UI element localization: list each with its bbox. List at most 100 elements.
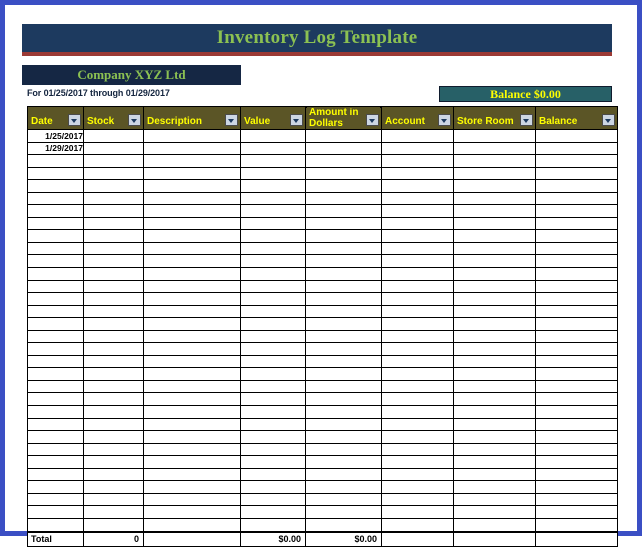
cell-stock[interactable] xyxy=(83,254,144,268)
cell-value[interactable] xyxy=(240,329,306,344)
cell-amount_in_dollars[interactable] xyxy=(305,342,382,356)
cell-amount_in_dollars[interactable] xyxy=(305,417,382,432)
cell-description[interactable] xyxy=(143,417,241,432)
cell-store_room[interactable] xyxy=(453,392,536,407)
cell-account[interactable] xyxy=(381,455,454,469)
cell-stock[interactable] xyxy=(83,367,144,381)
cell-description[interactable] xyxy=(143,292,241,306)
cell-account[interactable] xyxy=(381,279,454,294)
cell-store_room[interactable] xyxy=(453,442,536,457)
filter-dropdown-icon-account[interactable] xyxy=(438,114,451,126)
cell-account[interactable] xyxy=(381,517,454,533)
cell-account[interactable] xyxy=(381,430,454,444)
cell-account[interactable] xyxy=(381,129,454,143)
cell-account[interactable] xyxy=(381,166,454,181)
cell-value[interactable] xyxy=(240,166,306,181)
cell-account[interactable] xyxy=(381,229,454,243)
cell-amount_in_dollars[interactable] xyxy=(305,430,382,444)
cell-amount_in_dollars[interactable] xyxy=(305,379,382,394)
cell-date[interactable] xyxy=(27,354,84,369)
cell-amount_in_dollars[interactable] xyxy=(305,166,382,181)
cell-store_room[interactable] xyxy=(453,492,536,507)
cell-stock[interactable] xyxy=(83,229,144,243)
cell-balance[interactable] xyxy=(535,191,618,206)
cell-balance[interactable] xyxy=(535,480,618,494)
cell-store_room[interactable] xyxy=(453,480,536,494)
cell-store_room[interactable] xyxy=(453,141,536,156)
cell-stock[interactable] xyxy=(83,342,144,356)
cell-store_room[interactable] xyxy=(453,191,536,206)
cell-balance[interactable] xyxy=(535,354,618,369)
cell-store_room[interactable] xyxy=(453,292,536,306)
filter-dropdown-icon-date[interactable] xyxy=(68,114,81,126)
cell-description[interactable] xyxy=(143,154,241,168)
cell-date[interactable] xyxy=(27,392,84,407)
cell-account[interactable] xyxy=(381,254,454,268)
cell-amount_in_dollars[interactable] xyxy=(305,141,382,156)
cell-store_room[interactable] xyxy=(453,417,536,432)
cell-balance[interactable] xyxy=(535,204,618,218)
cell-amount_in_dollars[interactable] xyxy=(305,229,382,243)
cell-amount_in_dollars[interactable] xyxy=(305,129,382,143)
cell-stock[interactable] xyxy=(83,505,144,519)
cell-balance[interactable] xyxy=(535,241,618,256)
cell-stock[interactable] xyxy=(83,517,144,533)
cell-store_room[interactable] xyxy=(453,179,536,193)
cell-stock[interactable] xyxy=(83,379,144,394)
cell-value[interactable] xyxy=(240,191,306,206)
cell-value[interactable] xyxy=(240,254,306,268)
cell-account[interactable] xyxy=(381,405,454,419)
cell-balance[interactable] xyxy=(535,492,618,507)
cell-date[interactable] xyxy=(27,379,84,394)
cell-store_room[interactable] xyxy=(453,367,536,381)
cell-stock[interactable] xyxy=(83,166,144,181)
cell-amount_in_dollars[interactable] xyxy=(305,480,382,494)
cell-value[interactable] xyxy=(240,505,306,519)
cell-balance[interactable] xyxy=(535,442,618,457)
cell-date[interactable] xyxy=(27,480,84,494)
cell-stock[interactable] xyxy=(83,204,144,218)
cell-date[interactable] xyxy=(27,279,84,294)
cell-amount_in_dollars[interactable] xyxy=(305,392,382,407)
cell-amount_in_dollars[interactable] xyxy=(305,354,382,369)
filter-dropdown-icon-store_room[interactable] xyxy=(520,114,533,126)
cell-account[interactable] xyxy=(381,492,454,507)
cell-account[interactable] xyxy=(381,292,454,306)
cell-account[interactable] xyxy=(381,154,454,168)
cell-stock[interactable] xyxy=(83,141,144,156)
cell-store_room[interactable] xyxy=(453,455,536,469)
cell-description[interactable] xyxy=(143,279,241,294)
cell-description[interactable] xyxy=(143,179,241,193)
cell-amount_in_dollars[interactable] xyxy=(305,191,382,206)
cell-value[interactable] xyxy=(240,492,306,507)
cell-description[interactable] xyxy=(143,229,241,243)
cell-store_room[interactable] xyxy=(453,342,536,356)
cell-balance[interactable] xyxy=(535,342,618,356)
cell-stock[interactable] xyxy=(83,430,144,444)
cell-description[interactable] xyxy=(143,492,241,507)
cell-store_room[interactable] xyxy=(453,505,536,519)
filter-dropdown-icon-stock[interactable] xyxy=(128,114,141,126)
cell-description[interactable] xyxy=(143,129,241,143)
cell-date[interactable] xyxy=(27,430,84,444)
cell-account[interactable] xyxy=(381,179,454,193)
cell-date[interactable] xyxy=(27,179,84,193)
cell-store_room[interactable] xyxy=(453,467,536,482)
cell-description[interactable] xyxy=(143,329,241,344)
cell-amount_in_dollars[interactable] xyxy=(305,204,382,218)
cell-description[interactable] xyxy=(143,342,241,356)
cell-balance[interactable] xyxy=(535,505,618,519)
cell-value[interactable] xyxy=(240,141,306,156)
cell-amount_in_dollars[interactable] xyxy=(305,304,382,319)
cell-amount_in_dollars[interactable] xyxy=(305,267,382,281)
cell-account[interactable] xyxy=(381,505,454,519)
cell-balance[interactable] xyxy=(535,304,618,319)
cell-balance[interactable] xyxy=(535,229,618,243)
cell-date[interactable]: 1/29/2017 xyxy=(27,141,84,156)
cell-date[interactable] xyxy=(27,342,84,356)
cell-account[interactable] xyxy=(381,141,454,156)
cell-date[interactable] xyxy=(27,455,84,469)
cell-account[interactable] xyxy=(381,379,454,394)
cell-description[interactable] xyxy=(143,267,241,281)
cell-description[interactable] xyxy=(143,254,241,268)
